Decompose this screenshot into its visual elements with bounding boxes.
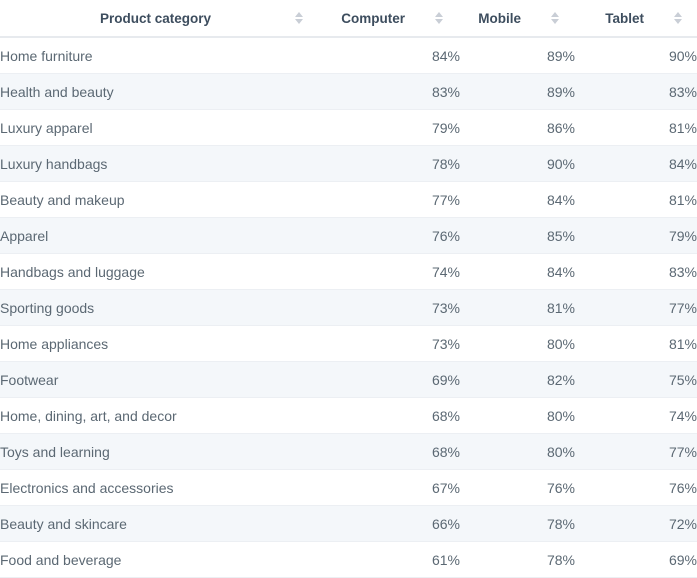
cell-tablet: 83% — [575, 253, 697, 290]
table-row: Luxury handbags 78% 90% 84% — [0, 145, 697, 182]
cell-product-category: Apparel — [0, 217, 320, 254]
cell-mobile: 78% — [460, 505, 575, 542]
column-header-product-category[interactable]: Product category — [0, 0, 320, 38]
product-category-table: Product category Computer Mobile Tablet … — [0, 0, 697, 578]
cell-computer: 68% — [320, 397, 460, 434]
cell-product-category: Beauty and makeup — [0, 181, 320, 218]
cell-product-category: Home appliances — [0, 325, 320, 362]
table-header: Product category Computer Mobile Tablet — [0, 0, 697, 38]
table-row: Toys and learning 68% 80% 77% — [0, 433, 697, 470]
cell-computer: 67% — [320, 469, 460, 506]
column-header-mobile[interactable]: Mobile — [460, 0, 575, 38]
cell-product-category: Sporting goods — [0, 289, 320, 326]
table-row: Sporting goods 73% 81% 77% — [0, 289, 697, 326]
cell-tablet: 81% — [575, 325, 697, 362]
cell-product-category: Food and beverage — [0, 541, 320, 578]
cell-tablet: 75% — [575, 361, 697, 398]
cell-tablet: 79% — [575, 217, 697, 254]
cell-mobile: 81% — [460, 289, 575, 326]
cell-mobile: 84% — [460, 253, 575, 290]
cell-computer: 84% — [320, 37, 460, 74]
cell-product-category: Health and beauty — [0, 73, 320, 110]
cell-computer: 66% — [320, 505, 460, 542]
column-header-computer[interactable]: Computer — [320, 0, 460, 38]
cell-tablet: 69% — [575, 541, 697, 578]
cell-tablet: 81% — [575, 181, 697, 218]
column-header-label-product-category: Product category — [100, 10, 212, 26]
cell-tablet: 77% — [575, 289, 697, 326]
cell-product-category: Home, dining, art, and decor — [0, 397, 320, 434]
cell-computer: 73% — [320, 289, 460, 326]
cell-tablet: 90% — [575, 37, 697, 74]
cell-product-category: Electronics and accessories — [0, 469, 320, 506]
table-row: Beauty and skincare 66% 78% 72% — [0, 505, 697, 542]
table-row: Handbags and luggage 74% 84% 83% — [0, 253, 697, 290]
cell-tablet: 74% — [575, 397, 697, 434]
cell-computer: 77% — [320, 181, 460, 218]
table-row: Luxury apparel 79% 86% 81% — [0, 109, 697, 146]
cell-product-category: Beauty and skincare — [0, 505, 320, 542]
cell-computer: 61% — [320, 541, 460, 578]
cell-tablet: 84% — [575, 145, 697, 182]
cell-computer: 74% — [320, 253, 460, 290]
cell-mobile: 84% — [460, 181, 575, 218]
sort-updown-icon[interactable] — [435, 11, 444, 25]
cell-mobile: 80% — [460, 433, 575, 470]
table-row: Footwear 69% 82% 75% — [0, 361, 697, 398]
table-header-row: Product category Computer Mobile Tablet — [0, 0, 697, 38]
cell-computer: 73% — [320, 325, 460, 362]
cell-product-category: Handbags and luggage — [0, 253, 320, 290]
cell-computer: 69% — [320, 361, 460, 398]
cell-mobile: 78% — [460, 541, 575, 578]
table-body: Home furniture 84% 89% 90% Health and beauty… — [0, 37, 697, 578]
cell-tablet: 81% — [575, 109, 697, 146]
column-header-label-tablet: Tablet — [605, 10, 644, 26]
cell-product-category: Home furniture — [0, 37, 320, 74]
table-row: Food and beverage 61% 78% 69% — [0, 541, 697, 578]
table-row: Home, dining, art, and decor 68% 80% 74% — [0, 397, 697, 434]
table-row: Apparel 76% 85% 79% — [0, 217, 697, 254]
cell-mobile: 86% — [460, 109, 575, 146]
cell-mobile: 76% — [460, 469, 575, 506]
cell-tablet: 76% — [575, 469, 697, 506]
cell-mobile: 90% — [460, 145, 575, 182]
sort-updown-icon[interactable] — [674, 11, 683, 25]
cell-product-category: Luxury apparel — [0, 109, 320, 146]
sort-updown-icon[interactable] — [551, 11, 560, 25]
cell-computer: 79% — [320, 109, 460, 146]
cell-mobile: 82% — [460, 361, 575, 398]
cell-computer: 68% — [320, 433, 460, 470]
cell-computer: 83% — [320, 73, 460, 110]
cell-mobile: 89% — [460, 37, 575, 74]
cell-mobile: 85% — [460, 217, 575, 254]
table-row: Health and beauty 83% 89% 83% — [0, 73, 697, 110]
cell-tablet: 72% — [575, 505, 697, 542]
table-row: Electronics and accessories 67% 76% 76% — [0, 469, 697, 506]
column-header-label-computer: Computer — [341, 10, 405, 26]
table-row: Beauty and makeup 77% 84% 81% — [0, 181, 697, 218]
table-row: Home furniture 84% 89% 90% — [0, 37, 697, 74]
cell-computer: 78% — [320, 145, 460, 182]
cell-tablet: 83% — [575, 73, 697, 110]
cell-product-category: Footwear — [0, 361, 320, 398]
cell-mobile: 80% — [460, 397, 575, 434]
cell-computer: 76% — [320, 217, 460, 254]
column-header-tablet[interactable]: Tablet — [575, 0, 697, 38]
cell-mobile: 80% — [460, 325, 575, 362]
cell-product-category: Luxury handbags — [0, 145, 320, 182]
cell-mobile: 89% — [460, 73, 575, 110]
table-row: Home appliances 73% 80% 81% — [0, 325, 697, 362]
cell-tablet: 77% — [575, 433, 697, 470]
column-header-label-mobile: Mobile — [478, 10, 521, 26]
sort-updown-icon[interactable] — [295, 11, 304, 25]
cell-product-category: Toys and learning — [0, 433, 320, 470]
